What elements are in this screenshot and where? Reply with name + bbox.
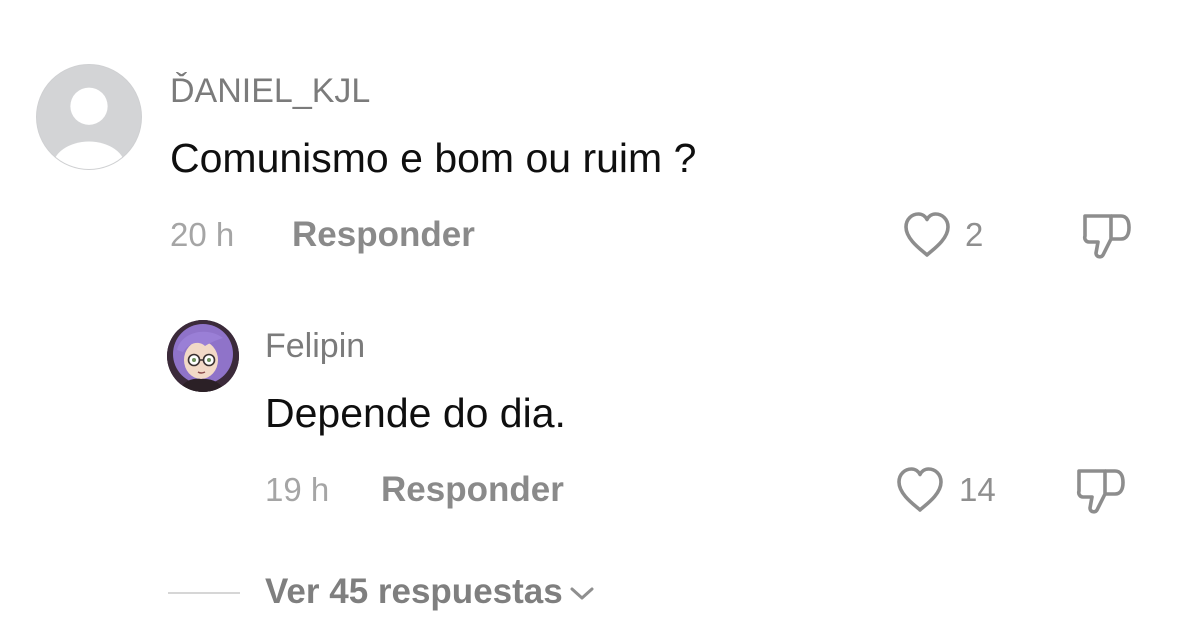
purple-hair-cartoon-avatar-icon [167, 320, 239, 392]
thumbs-down-outline-icon [1082, 214, 1131, 259]
reply-reply-button[interactable]: Responder [381, 470, 564, 510]
like-count: 2 [965, 216, 984, 253]
reply-button[interactable]: Responder [292, 215, 475, 255]
avatar[interactable] [36, 64, 142, 170]
replies-divider [168, 592, 240, 594]
reply-like-count: 14 [959, 471, 996, 508]
reply-avatar[interactable] [167, 320, 239, 392]
reply-text: Depende do dia. [265, 390, 566, 436]
comment-text: Comunismo e bom ou ruim ? [170, 135, 697, 181]
like-button[interactable] [901, 211, 953, 259]
reply-timestamp: 19 h [265, 471, 330, 508]
comment-username[interactable]: ĎANIEL_KJL [170, 71, 370, 111]
view-replies-label: Ver 45 respuestas [265, 572, 563, 611]
chevron-down-icon [570, 587, 594, 600]
dislike-button[interactable] [1080, 209, 1134, 263]
reply-like-button[interactable] [894, 466, 946, 514]
thumbs-down-outline-icon [1076, 469, 1125, 514]
reply-username[interactable]: Felipin [265, 326, 365, 366]
comment-timestamp: 20 h [170, 216, 235, 253]
default-user-icon [52, 87, 126, 169]
view-replies-button[interactable]: Ver 45 respuestas [265, 572, 595, 612]
heart-outline-icon [897, 467, 943, 512]
reply-dislike-button[interactable] [1074, 464, 1128, 518]
heart-outline-icon [904, 212, 950, 257]
